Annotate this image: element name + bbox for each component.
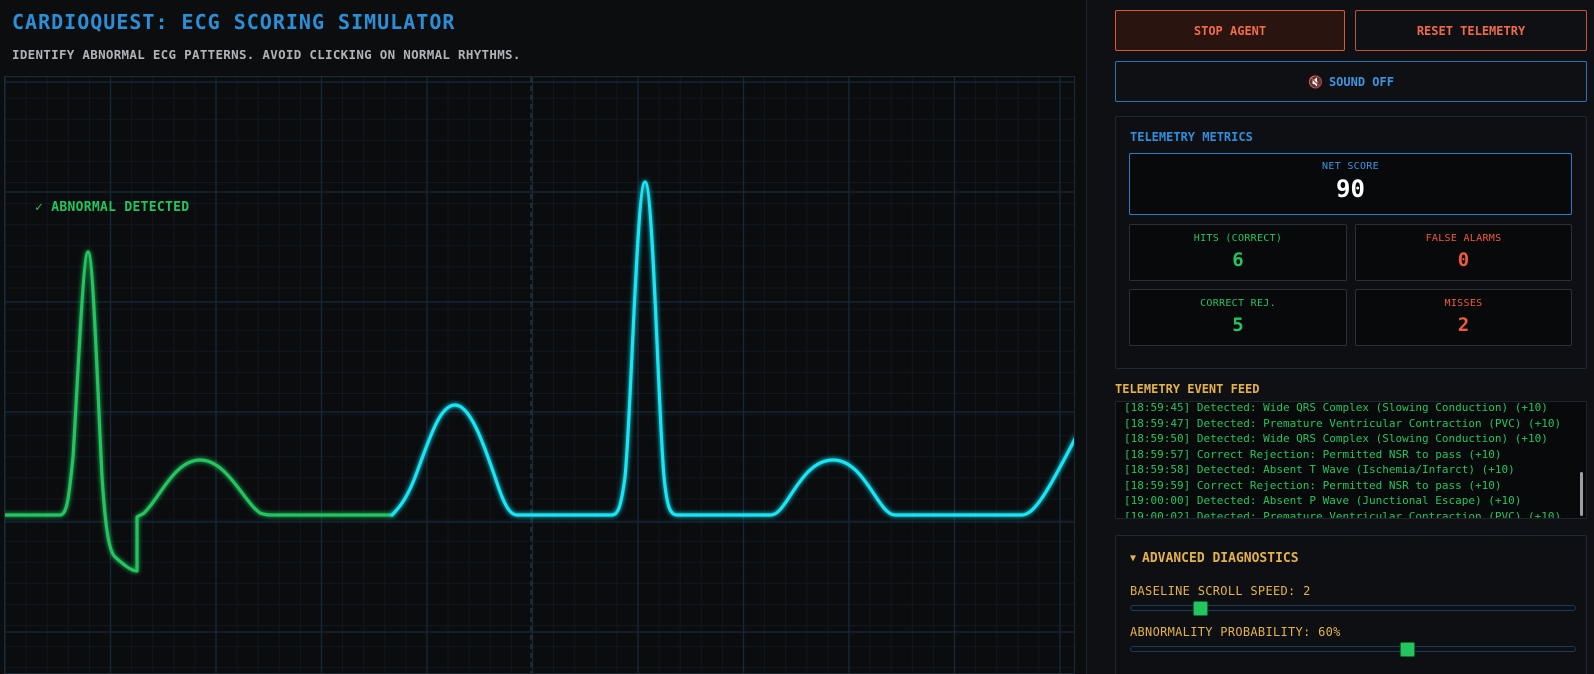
net-score-value: 90 <box>1336 175 1365 203</box>
event-feed-lines: [18:59:45] Detected: Wide QRS Complex (S… <box>1124 401 1572 519</box>
page-subtitle: IDENTIFY ABNORMAL ECG PATTERNS. AVOID CL… <box>12 47 521 62</box>
sound-toggle-button[interactable]: 🔇 SOUND OFF <box>1115 61 1587 102</box>
scroll-speed-slider[interactable] <box>1130 601 1576 616</box>
ecg-monitor[interactable]: ✓ ABNORMAL DETECTED <box>4 76 1075 674</box>
abnormality-probability-slider-thumb[interactable] <box>1400 642 1416 657</box>
hits-label: HITS (CORRECT) <box>1193 233 1283 244</box>
abnormality-probability-label: ABNORMALITY PROBABILITY: 60% <box>1130 625 1341 639</box>
sound-toggle-label: SOUND OFF <box>1328 74 1394 89</box>
event-feed-line: [18:59:45] Detected: Wide QRS Complex (S… <box>1124 401 1548 414</box>
net-score-label: NET SCORE <box>1322 161 1379 172</box>
event-feed[interactable]: [18:59:45] Detected: Wide QRS Complex (S… <box>1115 401 1587 519</box>
telemetry-metrics-panel: TELEMETRY METRICS NET SCORE 90 HITS (COR… <box>1115 116 1587 369</box>
advanced-diagnostics-toggle[interactable]: ▼ ADVANCED DIAGNOSTICS <box>1130 551 1299 566</box>
net-score-card: NET SCORE 90 <box>1129 153 1572 215</box>
ecg-major-grid <box>5 77 1074 673</box>
ecg-grid <box>5 77 1074 673</box>
advanced-diagnostics-title: ADVANCED DIAGNOSTICS <box>1142 551 1299 566</box>
misses-label: MISSES <box>1444 298 1483 309</box>
advanced-diagnostics-panel: ▼ ADVANCED DIAGNOSTICS BASELINE SCROLL S… <box>1115 535 1587 674</box>
event-feed-scrollbar[interactable] <box>1580 472 1583 516</box>
event-feed-line: [18:59:58] Detected: Absent T Wave (Isch… <box>1124 463 1515 476</box>
scroll-speed-slider-thumb[interactable] <box>1192 601 1208 616</box>
false-alarms-card: FALSE ALARMS 0 <box>1355 224 1572 281</box>
correct-rejections-label: CORRECT REJ. <box>1200 298 1276 309</box>
abnormality-probability-slider[interactable] <box>1130 642 1576 657</box>
event-feed-line: [18:59:47] Detected: Premature Ventricul… <box>1124 416 1562 430</box>
correct-rejections-value: 5 <box>1232 314 1244 336</box>
event-feed-line: [18:59:59] Correct Rejection: Permitted … <box>1124 478 1502 492</box>
ecg-trace-normal <box>390 180 1074 517</box>
status-badge-abnormal: ✓ ABNORMAL DETECTED <box>35 200 190 215</box>
telemetry-metrics-title: TELEMETRY METRICS <box>1130 130 1253 144</box>
misses-card: MISSES 2 <box>1355 289 1572 346</box>
left-panel: CARDIOQUEST: ECG SCORING SIMULATOR IDENT… <box>0 0 1086 674</box>
false-alarms-value: 0 <box>1457 249 1470 271</box>
correct-rejections-card: CORRECT REJ. 5 <box>1129 289 1347 346</box>
hits-card: HITS (CORRECT) 6 <box>1129 224 1347 281</box>
event-feed-line: [19:00:00] Detected: Absent P Wave (Junc… <box>1124 494 1522 507</box>
misses-value: 2 <box>1457 314 1470 336</box>
event-feed-line: [18:59:57] Correct Rejection: Permitted … <box>1124 447 1502 461</box>
ecg-minor-grid <box>5 77 1074 673</box>
event-feed-line: [19:00:02] Detected: Premature Ventricul… <box>1124 509 1562 519</box>
speaker-muted-icon: 🔇 <box>1308 74 1323 89</box>
event-feed-title: TELEMETRY EVENT FEED <box>1115 382 1260 396</box>
right-panel: STOP AGENT RESET TELEMETRY 🔇 SOUND OFF T… <box>1087 0 1594 674</box>
hits-value: 6 <box>1232 249 1244 271</box>
reset-telemetry-button[interactable]: RESET TELEMETRY <box>1355 10 1587 51</box>
scroll-speed-label: BASELINE SCROLL SPEED: 2 <box>1130 584 1311 598</box>
event-feed-line: [18:59:50] Detected: Wide QRS Complex (S… <box>1124 432 1548 445</box>
false-alarms-label: FALSE ALARMS <box>1425 233 1502 244</box>
stop-agent-button[interactable]: STOP AGENT <box>1115 10 1345 51</box>
triangle-down-icon: ▼ <box>1130 553 1137 564</box>
page-title: CARDIOQUEST: ECG SCORING SIMULATOR <box>12 10 456 34</box>
